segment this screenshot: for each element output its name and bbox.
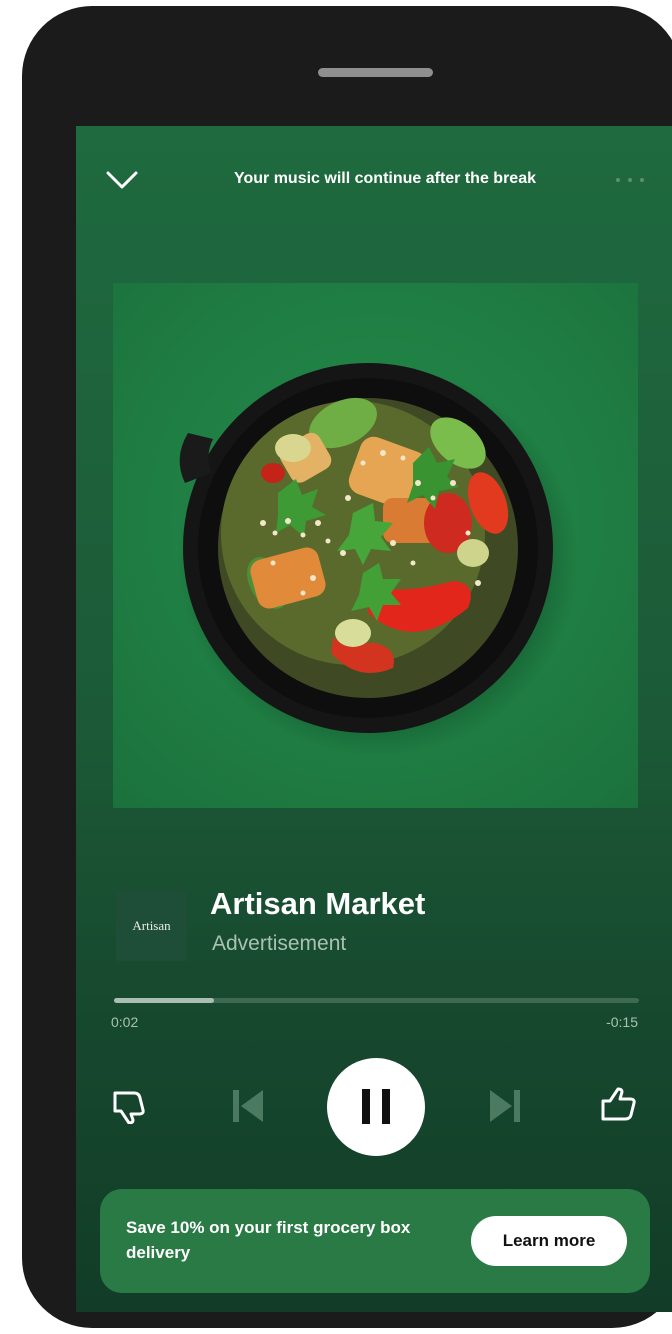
remaining-time: -0:15 <box>606 1014 638 1030</box>
skip-previous-icon[interactable] <box>231 1088 265 1124</box>
skip-next-icon[interactable] <box>488 1088 522 1124</box>
top-bar: Your music will continue after the break <box>76 126 672 236</box>
promo-text: Save 10% on your first grocery box deliv… <box>126 1218 411 1262</box>
ad-artwork <box>113 283 638 808</box>
more-dot <box>640 178 644 182</box>
thumbs-up-icon[interactable] <box>600 1086 638 1122</box>
promo-banner[interactable]: Save 10% on your first grocery box deliv… <box>100 1189 650 1293</box>
player-screen: Your music will continue after the break <box>76 126 672 1312</box>
advertiser-logo-text: Artisan <box>132 917 171 933</box>
pause-button[interactable] <box>327 1058 425 1156</box>
progress-fill <box>114 998 214 1003</box>
salad-bowl-image <box>178 363 578 757</box>
pause-icon <box>362 1089 390 1124</box>
more-dot <box>616 178 620 182</box>
elapsed-time: 0:02 <box>111 1014 139 1030</box>
learn-more-button[interactable]: Learn more <box>471 1216 627 1266</box>
thumbs-down-icon[interactable] <box>112 1090 148 1124</box>
phone-frame: Your music will continue after the break <box>22 6 672 1328</box>
phone-notch <box>318 68 433 77</box>
more-horizontal-icon[interactable] <box>612 170 652 190</box>
track-subtitle: Advertisement <box>212 932 347 955</box>
more-dot <box>628 178 632 182</box>
track-title[interactable]: Artisan Market <box>210 886 425 922</box>
advertiser-logo[interactable]: Artisan <box>116 890 187 961</box>
progress-bar[interactable] <box>114 998 639 1003</box>
break-message: Your music will continue after the break <box>234 170 536 187</box>
